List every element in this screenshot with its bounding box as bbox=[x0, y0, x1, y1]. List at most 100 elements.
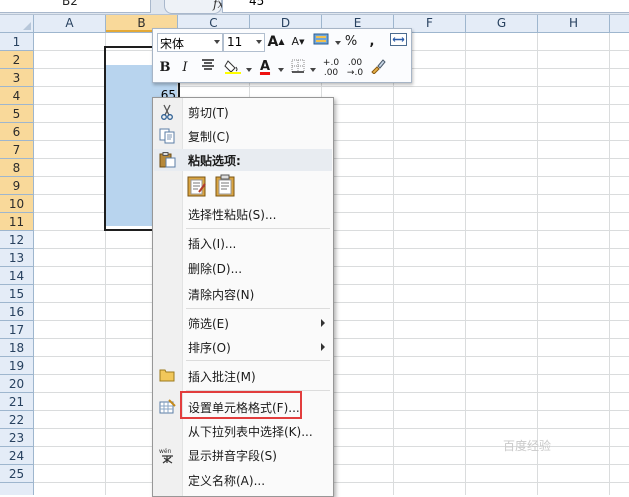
chevron-down-icon[interactable] bbox=[278, 68, 284, 72]
paste-button[interactable] bbox=[213, 174, 237, 198]
font-size-dropdown[interactable]: 11 bbox=[223, 33, 265, 52]
menu-item-show-phonetic[interactable]: wén 显示拼音字段(S) bbox=[153, 443, 333, 467]
menu-item-pick-from-list[interactable]: 从下拉列表中选择(K)... bbox=[153, 419, 333, 443]
font-name-dropdown[interactable]: 宋体 bbox=[157, 33, 223, 52]
menu-item-label: 删除(D)... bbox=[188, 262, 243, 276]
row-header-25[interactable]: 25 bbox=[0, 465, 33, 483]
insert-function-button[interactable]: fx bbox=[164, 0, 224, 14]
menu-item-label: 复制(C) bbox=[188, 130, 230, 144]
name-box[interactable]: B2 bbox=[0, 0, 151, 13]
currency-icon bbox=[313, 33, 329, 45]
grow-font-label: A bbox=[267, 34, 279, 50]
borders-button[interactable] bbox=[289, 59, 307, 79]
row-header-13[interactable]: 13 bbox=[0, 249, 33, 267]
menu-item-sort[interactable]: 排序(O) bbox=[153, 335, 333, 359]
row-header-3[interactable]: 3 bbox=[0, 69, 33, 87]
menu-item-filter[interactable]: 筛选(E) bbox=[153, 311, 333, 335]
row-header-21[interactable]: 21 bbox=[0, 393, 33, 411]
row-header-10[interactable]: 10 bbox=[0, 195, 33, 213]
paste-clipboard-icon bbox=[215, 174, 235, 197]
paste-formatting-button[interactable] bbox=[185, 174, 209, 198]
formula-value: 45 bbox=[249, 0, 265, 8]
row-header-16[interactable]: 16 bbox=[0, 303, 33, 321]
shrink-font-button[interactable]: A▼ bbox=[289, 32, 307, 52]
menu-item-paste-special[interactable]: 选择性粘贴(S)... bbox=[153, 202, 333, 226]
format-painter-button[interactable] bbox=[369, 58, 387, 78]
comma-style-button[interactable]: , bbox=[365, 32, 379, 52]
increase-decimal-button[interactable]: +.0 .00 bbox=[321, 58, 341, 78]
format-cells-icon bbox=[159, 399, 176, 415]
menu-item-insert-comment[interactable]: 插入批注(M) bbox=[153, 364, 333, 388]
row-header-5[interactable]: 5 bbox=[0, 105, 33, 123]
row-header-24[interactable]: 24 bbox=[0, 447, 33, 465]
mini-toolbar: 宋体 11 A▲ A▼ % , B I A +.0 .00 .00 →.0 bbox=[152, 28, 412, 83]
menu-item-clear-contents[interactable]: 清除内容(N) bbox=[153, 282, 333, 306]
row-header-22[interactable]: 22 bbox=[0, 411, 33, 429]
menu-item-cut[interactable]: 剪切(T) bbox=[153, 100, 333, 124]
menu-item-label: 选择性粘贴(S)... bbox=[188, 208, 277, 222]
menu-item-label: 显示拼音字段(S) bbox=[188, 449, 277, 463]
row-header-7[interactable]: 7 bbox=[0, 141, 33, 159]
row-header-17[interactable]: 17 bbox=[0, 321, 33, 339]
name-box-value: B2 bbox=[62, 0, 78, 8]
paintbrush-icon bbox=[371, 59, 386, 75]
row-header-23[interactable]: 23 bbox=[0, 429, 33, 447]
row-header-18[interactable]: 18 bbox=[0, 339, 33, 357]
column-header-g[interactable]: G bbox=[466, 15, 538, 32]
align-center-button[interactable] bbox=[199, 58, 217, 78]
menu-item-delete[interactable]: 删除(D)... bbox=[153, 256, 333, 280]
chevron-down-icon bbox=[214, 40, 220, 44]
borders-icon bbox=[291, 59, 305, 73]
menu-item-label: 定义名称(A)... bbox=[188, 474, 266, 488]
row-header: 1 2 3 4 5 6 7 8 9 10 11 12 13 14 15 16 1… bbox=[0, 33, 34, 495]
column-header-a[interactable]: A bbox=[34, 15, 106, 32]
decrease-decimal-button[interactable]: .00 →.0 bbox=[345, 58, 365, 78]
menu-item-format-cells[interactable]: 设置单元格格式(F)... bbox=[153, 395, 333, 419]
font-name-value: 宋体 bbox=[160, 37, 185, 51]
grow-font-button[interactable]: A▲ bbox=[267, 32, 285, 52]
row-header-20[interactable]: 20 bbox=[0, 375, 33, 393]
fill-color-button[interactable] bbox=[223, 58, 243, 78]
scissors-icon bbox=[159, 104, 176, 120]
shrink-font-label: A bbox=[291, 35, 300, 48]
comment-icon bbox=[159, 368, 176, 384]
font-color-button[interactable]: A bbox=[255, 57, 275, 77]
percent-style-button[interactable]: % bbox=[343, 32, 359, 52]
accounting-format-button[interactable] bbox=[311, 32, 333, 52]
menu-item-label: 插入批注(M) bbox=[188, 370, 256, 384]
row-header-8[interactable]: 8 bbox=[0, 159, 33, 177]
context-menu: 剪切(T) 复制(C) 粘贴选项: 选择性粘贴(S)... 插入(I)... 删… bbox=[152, 97, 334, 497]
row-header-14[interactable]: 14 bbox=[0, 267, 33, 285]
row-header-2[interactable]: 2 bbox=[0, 51, 33, 69]
menu-item-insert[interactable]: 插入(I)... bbox=[153, 231, 333, 255]
chevron-down-icon[interactable] bbox=[335, 41, 341, 45]
row-header-11[interactable]: 11 bbox=[0, 213, 33, 231]
menu-item-copy[interactable]: 复制(C) bbox=[153, 124, 333, 148]
chevron-down-icon[interactable] bbox=[246, 68, 252, 72]
row-header-9[interactable]: 9 bbox=[0, 177, 33, 195]
menu-item-label: 插入(I)... bbox=[188, 237, 237, 251]
italic-button[interactable]: I bbox=[177, 58, 193, 78]
row-header-15[interactable]: 15 bbox=[0, 285, 33, 303]
watermark: 百度经验 bbox=[503, 439, 552, 453]
menu-item-label: 设置单元格格式(F)... bbox=[188, 401, 300, 415]
row-header-19[interactable]: 19 bbox=[0, 357, 33, 375]
row-header-6[interactable]: 6 bbox=[0, 123, 33, 141]
formula-bar: B2 fx 45 bbox=[0, 0, 629, 15]
menu-item-label: 剪切(T) bbox=[188, 106, 229, 120]
merge-center-button[interactable] bbox=[389, 33, 407, 53]
chevron-down-icon[interactable] bbox=[310, 68, 316, 72]
paste-clipboard-brush-icon bbox=[187, 176, 206, 197]
select-all-button[interactable] bbox=[0, 15, 34, 32]
chevron-down-icon bbox=[256, 40, 262, 44]
column-header-h[interactable]: H bbox=[538, 15, 610, 32]
menu-item-define-name[interactable]: 定义名称(A)... bbox=[153, 468, 333, 492]
merge-cells-icon bbox=[389, 33, 407, 46]
submenu-arrow-icon bbox=[321, 343, 325, 351]
bold-button[interactable]: B bbox=[157, 58, 173, 78]
formula-input[interactable]: 45 bbox=[222, 0, 629, 13]
paint-bucket-icon bbox=[224, 60, 241, 74]
row-header-4[interactable]: 4 bbox=[0, 87, 33, 105]
row-header-12[interactable]: 12 bbox=[0, 231, 33, 249]
row-header-1[interactable]: 1 bbox=[0, 33, 33, 51]
